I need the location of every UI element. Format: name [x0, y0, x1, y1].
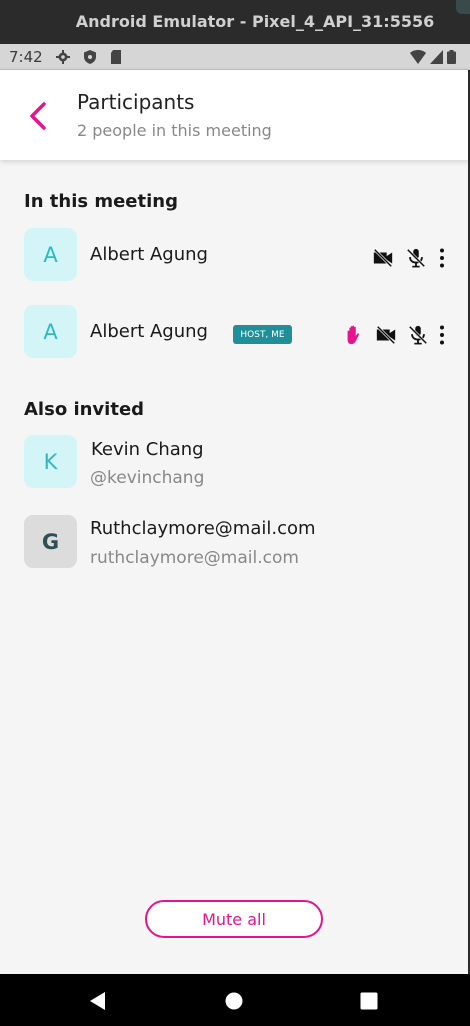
in-meeting-heading: In this meeting [24, 191, 178, 212]
raised-hand-icon[interactable] [343, 324, 365, 346]
app-header: Participants 2 people in this meeting [0, 70, 470, 160]
invitee-name: Ruthclaymore@mail.com [90, 518, 316, 539]
mute-all-button[interactable]: Mute all [145, 900, 323, 938]
wifi-icon [410, 50, 426, 64]
invitee-handle: ruthclaymore@mail.com [90, 548, 299, 568]
window-corner [456, 0, 470, 14]
status-time: 7:42 [9, 48, 43, 66]
mic-off-icon[interactable] [407, 324, 429, 346]
back-chevron-icon[interactable] [22, 98, 54, 134]
avatar: K [24, 435, 77, 488]
host-badge: HOST, ME [233, 325, 292, 344]
page-subtitle: 2 people in this meeting [77, 121, 272, 140]
shield-icon [84, 50, 96, 64]
participants-screen: Participants 2 people in this meeting In… [0, 70, 470, 974]
invitee-handle: @kevinchang [90, 468, 205, 488]
settings-icon [56, 50, 70, 64]
emulator-title: Android Emulator - Pixel_4_API_31:5556 [75, 12, 435, 31]
battery-icon [447, 50, 456, 64]
participant-name: Albert Agung [90, 321, 208, 342]
sd-card-icon [111, 50, 121, 64]
emulator-title-bar: Android Emulator - Pixel_4_API_31:5556 [0, 0, 470, 44]
participant-name: Albert Agung [90, 244, 208, 265]
recents-square-icon[interactable] [358, 990, 380, 1012]
more-vert-icon[interactable] [431, 247, 453, 269]
navigation-bar [0, 974, 470, 1026]
video-off-icon[interactable] [372, 247, 394, 269]
back-triangle-icon[interactable] [87, 990, 109, 1012]
signal-icon [430, 50, 443, 64]
avatar: G [24, 515, 77, 568]
mic-off-icon[interactable] [405, 247, 427, 269]
page-title: Participants [77, 90, 195, 114]
home-circle-icon[interactable] [223, 990, 245, 1012]
also-invited-heading: Also invited [24, 399, 145, 420]
video-off-icon[interactable] [375, 324, 397, 346]
status-bar: 7:42 [0, 44, 470, 70]
status-indicators [410, 50, 456, 64]
avatar: A [24, 228, 77, 281]
more-vert-icon[interactable] [431, 324, 453, 346]
avatar: A [24, 305, 77, 358]
invitee-name: Kevin Chang [91, 439, 204, 460]
